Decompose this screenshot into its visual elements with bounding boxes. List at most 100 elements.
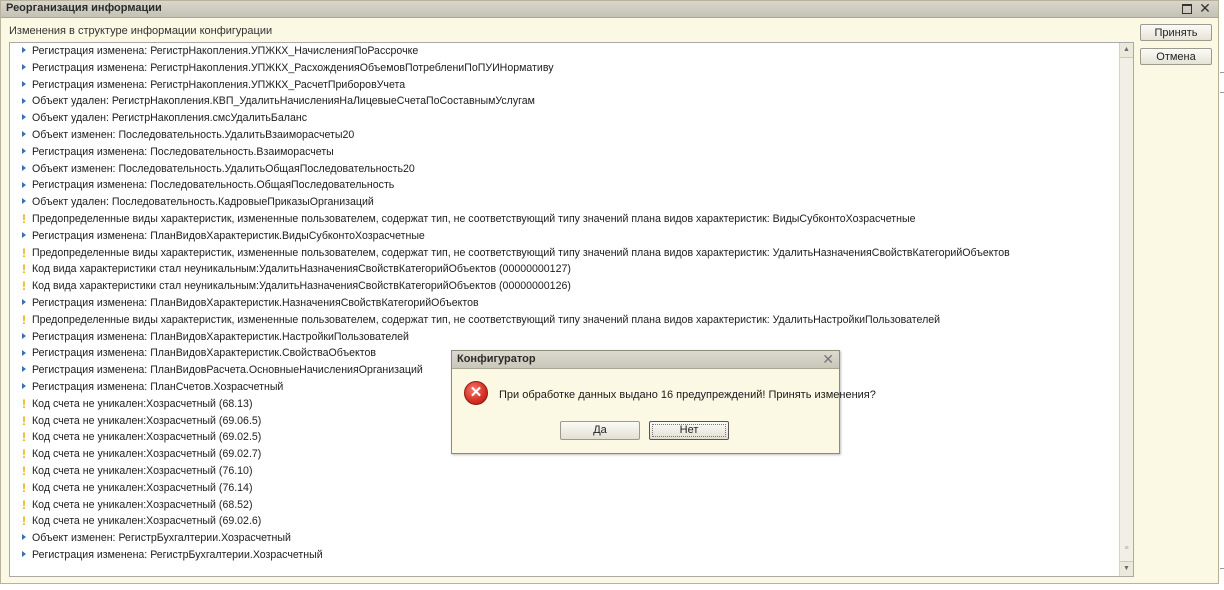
window-titlebar: Реорганизация информации ✕	[1, 1, 1218, 18]
list-item[interactable]: Объект удален: РегистрНакопления.КВП_Уда…	[10, 93, 1133, 110]
expand-arrow-icon	[19, 547, 29, 564]
list-item[interactable]: Регистрация изменена: ПланВидовХарактери…	[10, 228, 1133, 245]
warning-icon: !	[22, 279, 26, 294]
warning-icon: !	[22, 413, 26, 428]
list-item-text: Код счета не уникален:Хозрасчетный (68.1…	[32, 397, 253, 410]
yes-button[interactable]: Да	[560, 421, 640, 440]
list-item-text: Регистрация изменена: РегистрНакопления.…	[32, 78, 406, 91]
close-icon[interactable]: ✕	[1198, 1, 1212, 15]
expand-arrow-icon	[19, 43, 29, 60]
list-item-text: Код счета не уникален:Хозрасчетный (69.0…	[32, 414, 262, 427]
dialog-close-icon[interactable]: ✕	[822, 351, 834, 368]
list-item[interactable]: ! Код счета не уникален:Хозрасчетный (76.…	[10, 480, 1133, 497]
expand-arrow-icon	[19, 110, 29, 127]
maximize-icon[interactable]	[1180, 2, 1194, 15]
right-edge-strip	[1219, 0, 1224, 590]
warning-icon: !	[22, 463, 26, 478]
list-item[interactable]: Регистрация изменена: РегистрНакопления.…	[10, 43, 1133, 60]
list-item[interactable]: ! Код вида характеристики стал неуникальн…	[10, 261, 1133, 278]
list-item[interactable]: Регистрация изменена: РегистрНакопления.…	[10, 77, 1133, 94]
list-item[interactable]: Регистрация изменена: Последовательность…	[10, 144, 1133, 161]
warning-icon: !	[22, 497, 26, 512]
list-item[interactable]: Объект удален: РегистрНакопления.смсУдал…	[10, 110, 1133, 127]
warning-icon: !	[22, 480, 26, 495]
expand-arrow-icon	[19, 329, 29, 346]
list-item-text: Регистрация изменена: ПланВидовХарактери…	[32, 229, 425, 242]
expand-arrow-icon	[19, 379, 29, 396]
list-item[interactable]: Объект изменен: Последовательность.Удали…	[10, 161, 1133, 178]
error-icon: ✕	[464, 381, 488, 405]
dialog-titlebar: Конфигуратор ✕	[452, 351, 839, 369]
warning-icon: !	[22, 447, 26, 462]
vertical-scrollbar[interactable]: ▲ ≡ ▼	[1119, 43, 1133, 576]
accept-button[interactable]: Принять	[1140, 24, 1212, 41]
list-item-text: Регистрация изменена: ПланВидовХарактери…	[32, 296, 479, 309]
confirm-dialog: Конфигуратор ✕ ✕ При обработке данных вы…	[451, 350, 876, 454]
warning-icon: !	[22, 514, 26, 529]
list-item-text: Объект удален: РегистрНакопления.КВП_Уда…	[32, 95, 535, 108]
changes-list[interactable]: Регистрация изменена: РегистрНакопления.…	[9, 42, 1134, 577]
list-item[interactable]: ! Код счета не уникален:Хозрасчетный (68.…	[10, 497, 1133, 514]
list-item-text: Код счета не уникален:Хозрасчетный (76.1…	[32, 481, 253, 494]
list-item-text: Регистрация изменена: РегистрНакопления.…	[32, 61, 554, 74]
list-item-text: Предопределенные виды характеристик, изм…	[32, 246, 1010, 259]
expand-arrow-icon	[19, 144, 29, 161]
edge-tick	[1220, 72, 1224, 73]
list-item[interactable]: Регистрация изменена: РегистрНакопления.…	[10, 60, 1133, 77]
scroll-grip-icon: ≡	[1124, 545, 1129, 552]
no-button[interactable]: Нет	[649, 421, 729, 440]
dialog-title: Конфигуратор	[457, 353, 536, 365]
expand-arrow-icon	[19, 194, 29, 211]
list-item-text: Регистрация изменена: РегистрБухгалтерии…	[32, 548, 323, 561]
dialog-message: При обработке данных выдано 16 предупреж…	[499, 389, 876, 401]
reorganization-window: Реорганизация информации ✕ Изменения в с…	[0, 0, 1219, 584]
list-item[interactable]: ! Код счета не уникален:Хозрасчетный (76.…	[10, 463, 1133, 480]
list-item-text: Регистрация изменена: ПланВидовХарактери…	[32, 347, 376, 360]
scroll-up-button[interactable]: ▲	[1120, 43, 1133, 58]
list-item-text: Регистрация изменена: Последовательность…	[32, 179, 395, 192]
list-item[interactable]: Регистрация изменена: Последовательность…	[10, 177, 1133, 194]
list-item-text: Объект изменен: Последовательность.Удали…	[32, 128, 355, 141]
expand-arrow-icon	[19, 362, 29, 379]
list-item-text: Код вида характеристики стал неуникальны…	[32, 280, 571, 293]
list-item-text: Объект изменен: РегистрБухгалтерии.Хозра…	[32, 532, 291, 545]
expand-arrow-icon	[19, 530, 29, 547]
list-item-text: Предопределенные виды характеристик, изм…	[32, 212, 916, 225]
list-item-text: Регистрация изменена: Последовательность…	[32, 145, 334, 158]
window-title: Реорганизация информации	[6, 2, 162, 14]
scroll-down-button[interactable]: ▼	[1120, 561, 1133, 576]
list-item[interactable]: Регистрация изменена: ПланВидовХарактери…	[10, 295, 1133, 312]
list-item[interactable]: Регистрация изменена: ПланВидовХарактери…	[10, 329, 1133, 346]
list-item[interactable]: ! Предопределенные виды характеристик, из…	[10, 312, 1133, 329]
list-item[interactable]: ! Предопределенные виды характеристик, из…	[10, 245, 1133, 262]
list-item[interactable]: Объект удален: Последовательность.Кадров…	[10, 194, 1133, 211]
warning-icon: !	[22, 262, 26, 277]
list-item[interactable]: ! Код вида характеристики стал неуникальн…	[10, 278, 1133, 295]
warning-icon: !	[22, 312, 26, 327]
list-item-text: Объект изменен: Последовательность.Удали…	[32, 162, 415, 175]
list-item-text: Код счета не уникален:Хозрасчетный (69.0…	[32, 515, 262, 528]
expand-arrow-icon	[19, 77, 29, 94]
list-item[interactable]: Объект изменен: РегистрБухгалтерии.Хозра…	[10, 530, 1133, 547]
warning-icon: !	[22, 396, 26, 411]
cancel-button[interactable]: Отмена	[1140, 48, 1212, 65]
list-item-text: Код счета не уникален:Хозрасчетный (76.1…	[32, 464, 253, 477]
warning-icon: !	[22, 211, 26, 226]
warning-icon: !	[22, 430, 26, 445]
list-item[interactable]: ! Предопределенные виды характеристик, из…	[10, 211, 1133, 228]
edge-tick	[1220, 568, 1224, 569]
list-item-text: Регистрация изменена: ПланВидовРасчета.О…	[32, 364, 423, 377]
expand-arrow-icon	[19, 60, 29, 77]
list-item[interactable]: Объект изменен: Последовательность.Удали…	[10, 127, 1133, 144]
list-item-text: Предопределенные виды характеристик, изм…	[32, 313, 941, 326]
list-item[interactable]: Регистрация изменена: РегистрБухгалтерии…	[10, 547, 1133, 564]
list-item-text: Регистрация изменена: РегистрНакопления.…	[32, 45, 419, 57]
expand-arrow-icon	[19, 228, 29, 245]
expand-arrow-icon	[19, 93, 29, 110]
list-item-text: Код вида характеристики стал неуникальны…	[32, 263, 571, 276]
list-item[interactable]: ! Код счета не уникален:Хозрасчетный (69.…	[10, 513, 1133, 530]
list-item-text: Код счета не уникален:Хозрасчетный (68.5…	[32, 498, 253, 511]
expand-arrow-icon	[19, 295, 29, 312]
expand-arrow-icon	[19, 177, 29, 194]
list-item-text: Регистрация изменена: ПланСчетов.Хозрасч…	[32, 380, 284, 393]
